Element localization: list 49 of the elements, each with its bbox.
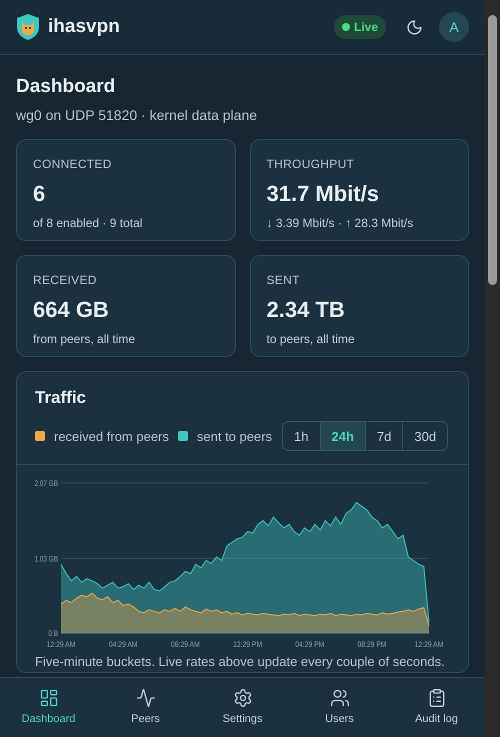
- moon-icon: [406, 18, 423, 36]
- scrollbar[interactable]: [485, 0, 500, 737]
- y-tick-label: 0 B: [48, 628, 58, 638]
- stat-label: SENT: [266, 272, 301, 289]
- stat-value: 2.34 TB: [266, 296, 346, 324]
- dashboard-icon: [38, 688, 58, 708]
- nav-tab[interactable]: Audit log: [388, 678, 485, 737]
- app-name: ihasvpn: [48, 14, 120, 39]
- legend-label: received from peers: [54, 428, 169, 446]
- stat-note: to peers, all time: [266, 330, 356, 348]
- stat-label: CONNECTED: [33, 156, 113, 173]
- stat-value: 6: [33, 180, 46, 208]
- legend-label: sent to peers: [196, 428, 272, 446]
- page-subtitle: wg0 on UDP 51820 · kernel data plane: [16, 106, 258, 125]
- x-tick-label: 12:29 AM: [46, 640, 76, 650]
- range-tab[interactable]: 7d: [364, 422, 402, 450]
- user-avatar[interactable]: A: [439, 12, 469, 42]
- nav-tab[interactable]: Settings: [194, 678, 291, 737]
- x-tick-label: 12:29 AM: [414, 640, 444, 650]
- stat-note: ↓ 3.39 Mbit/s · ↑ 28.3 Mbit/s: [266, 214, 414, 232]
- stat-value: 31.7 Mbit/s: [266, 180, 380, 208]
- x-tick-label: 08:29 AM: [171, 640, 200, 650]
- stat-label: RECEIVED: [33, 272, 98, 289]
- clipboard-icon: [426, 688, 446, 708]
- nav-tab[interactable]: Dashboard: [0, 678, 97, 737]
- theme-toggle-button[interactable]: [406, 18, 423, 36]
- settings-icon: [232, 688, 252, 708]
- users-icon: [330, 688, 350, 708]
- x-tick-label: 08:29 PM: [357, 640, 386, 650]
- chart-footnote: Five-minute buckets. Live rates above update every couple of seconds.: [34, 653, 446, 672]
- stat-note: from peers, all time: [33, 330, 136, 348]
- stat-note: of 8 enabled · 9 total: [33, 214, 144, 232]
- traffic-title: Traffic: [35, 386, 88, 409]
- activity-icon: [136, 688, 156, 708]
- x-tick-label: 12:29 PM: [233, 640, 262, 650]
- y-tick-label: 1.03 GB: [34, 554, 58, 564]
- cat-shield-logo: [16, 13, 40, 41]
- x-tick-label: 04:29 AM: [108, 640, 138, 650]
- x-tick-label: 04:29 PM: [295, 640, 324, 650]
- range-tab[interactable]: 24h: [320, 422, 365, 450]
- page-title: Dashboard: [16, 75, 116, 99]
- range-tab[interactable]: 1h: [283, 422, 320, 450]
- live-status-badge: Live: [334, 15, 386, 39]
- stat-value: 664 GB: [33, 296, 110, 324]
- range-tab[interactable]: 30d: [402, 422, 448, 450]
- stat-label: THROUGHPUT: [266, 156, 356, 173]
- nav-tab[interactable]: Users: [291, 678, 388, 737]
- y-tick-label: 2.07 GB: [34, 478, 58, 488]
- nav-tab[interactable]: Peers: [97, 678, 194, 737]
